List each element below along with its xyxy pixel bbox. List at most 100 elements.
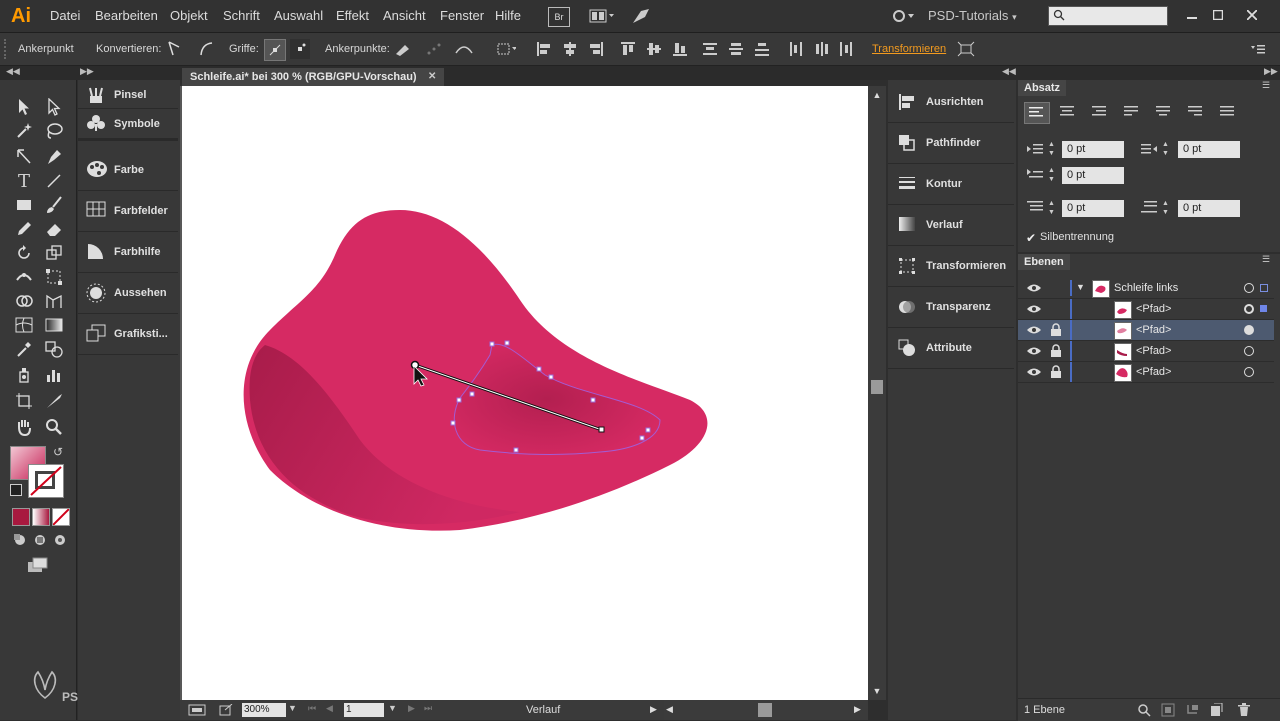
distribute-right-icon[interactable]: [836, 39, 856, 59]
scroll-left-icon[interactable]: ◀: [666, 704, 673, 715]
screen-mode-icon[interactable]: [26, 556, 50, 574]
color-mode-button[interactable]: [12, 508, 30, 526]
direct-selection-tool-icon[interactable]: [42, 96, 66, 118]
cut-path-icon[interactable]: [424, 39, 444, 59]
tab-close-icon[interactable]: ✕: [428, 68, 436, 86]
search-input[interactable]: [1048, 6, 1168, 26]
type-tool-icon[interactable]: T: [12, 170, 36, 192]
justify-center-button[interactable]: [1152, 102, 1176, 122]
swap-colors-icon[interactable]: ↺: [50, 444, 66, 460]
status-menu-icon[interactable]: ▶: [650, 704, 657, 715]
target-circle-icon[interactable]: [1244, 346, 1254, 356]
distribute-left-icon[interactable]: [786, 39, 806, 59]
arrange-documents-icon[interactable]: [588, 6, 616, 26]
new-sublayer-icon[interactable]: [1184, 703, 1200, 717]
pen-tool-icon[interactable]: [42, 146, 66, 168]
shape-builder-tool-icon[interactable]: [12, 290, 36, 312]
path-row-3[interactable]: <Pfad>: [1018, 341, 1274, 362]
remove-anchor-icon[interactable]: [392, 39, 412, 59]
space-after-stepper[interactable]: ▲ ▼: [1162, 199, 1172, 217]
collapse-tools-icon[interactable]: ◀◀: [6, 66, 20, 77]
scroll-up-icon[interactable]: ▲: [871, 90, 883, 100]
eyedropper-tool-icon[interactable]: [12, 338, 36, 360]
slice-tool-icon[interactable]: [42, 390, 66, 412]
hide-handles-icon[interactable]: [290, 39, 310, 59]
expand-right-dock-icon[interactable]: ◀◀: [1002, 66, 1016, 77]
minimize-icon[interactable]: [1182, 6, 1202, 24]
last-artboard-icon[interactable]: ⏭: [424, 703, 432, 714]
vertical-scroll-thumb[interactable]: [871, 380, 883, 394]
panel-aussehen[interactable]: Aussehen: [78, 273, 178, 314]
convert-smooth-icon[interactable]: [196, 39, 216, 59]
bridge-button[interactable]: Br: [548, 7, 570, 27]
layer-row[interactable]: ▼ Schleife links: [1018, 278, 1274, 299]
panel-menu-icon[interactable]: [1248, 39, 1268, 59]
collapse-left-dock-icon[interactable]: ▶▶: [80, 66, 94, 77]
hyphenation-checkbox[interactable]: ✔: [1026, 232, 1038, 244]
horizontal-scrollbar[interactable]: ◀ ▶: [664, 700, 868, 720]
direct-select-small-icon[interactable]: [12, 146, 36, 168]
artboard-dropdown-icon[interactable]: ▼: [388, 703, 397, 713]
menu-ansicht[interactable]: Ansicht: [383, 0, 426, 32]
justify-left-button[interactable]: [1120, 102, 1144, 122]
convert-corner-icon[interactable]: [164, 39, 184, 59]
next-artboard-icon[interactable]: ▶: [408, 703, 415, 714]
menu-datei[interactable]: Datei: [50, 0, 80, 32]
scroll-right-icon[interactable]: ▶: [854, 704, 861, 715]
isolate-object-icon[interactable]: [956, 39, 976, 59]
align-text-center-button[interactable]: [1056, 102, 1080, 122]
locate-object-icon[interactable]: [1136, 703, 1152, 717]
layers-panel-menu-icon[interactable]: ☰: [1262, 254, 1270, 265]
zoom-field[interactable]: 300%: [242, 703, 286, 717]
first-line-indent-field[interactable]: 0 pt: [1062, 167, 1124, 184]
target-circle-icon[interactable]: [1244, 367, 1254, 377]
visibility-eye-icon[interactable]: [1026, 345, 1042, 357]
path-row-2[interactable]: <Pfad>: [1018, 320, 1274, 341]
workspace-switcher[interactable]: PSD-Tutorials ▾: [928, 0, 1017, 32]
eraser-tool-icon[interactable]: [42, 218, 66, 240]
hand-tool-icon[interactable]: [12, 416, 36, 438]
prev-artboard-icon[interactable]: ◀: [326, 703, 333, 714]
close-icon[interactable]: [1242, 6, 1262, 24]
join-anchors-icon[interactable]: [454, 39, 474, 59]
target-circle-icon[interactable]: [1244, 283, 1254, 293]
free-transform-tool-icon[interactable]: [42, 266, 66, 288]
panel-kontur[interactable]: Kontur: [888, 164, 1014, 205]
gpu-performance-icon[interactable]: [630, 6, 652, 26]
lock-icon[interactable]: [1050, 323, 1062, 337]
artboard-canvas[interactable]: [182, 86, 868, 700]
artboard-tool-icon[interactable]: [12, 390, 36, 412]
gradient-mode-button[interactable]: [32, 508, 50, 526]
menu-bearbeiten[interactable]: Bearbeiten: [95, 0, 158, 32]
stroke-swatch[interactable]: [28, 464, 64, 498]
magic-wand-tool-icon[interactable]: [12, 120, 36, 142]
perspective-grid-tool-icon[interactable]: [42, 290, 66, 312]
left-indent-stepper[interactable]: ▲ ▼: [1048, 140, 1058, 158]
menu-hilfe[interactable]: Hilfe: [495, 0, 521, 32]
align-vcenter-icon[interactable]: [644, 39, 664, 59]
rectangle-tool-icon[interactable]: [12, 194, 36, 216]
symbol-sprayer-tool-icon[interactable]: [12, 364, 36, 386]
show-handles-icon[interactable]: [264, 39, 286, 61]
distribute-vcenter-icon[interactable]: [726, 39, 746, 59]
left-indent-field[interactable]: 0 pt: [1062, 141, 1124, 158]
collapse-right-panels-icon[interactable]: ▶▶: [1264, 66, 1278, 77]
zoom-dropdown-icon[interactable]: ▼: [288, 703, 297, 713]
mesh-tool-icon[interactable]: [12, 314, 36, 336]
target-circle-icon[interactable]: [1244, 325, 1254, 335]
paintbrush-tool-icon[interactable]: [42, 194, 66, 216]
pencil-tool-icon[interactable]: [12, 218, 36, 240]
first-artboard-icon[interactable]: ⏮: [308, 703, 316, 714]
menu-schrift[interactable]: Schrift: [223, 0, 260, 32]
draw-behind-icon[interactable]: [32, 532, 48, 548]
lasso-tool-icon[interactable]: [42, 120, 66, 142]
loop-artwork[interactable]: [182, 86, 868, 700]
justify-all-button[interactable]: [1216, 102, 1240, 122]
panel-symbole[interactable]: Symbole: [78, 110, 178, 141]
column-graph-tool-icon[interactable]: [42, 364, 66, 386]
selection-tool-icon[interactable]: [12, 96, 36, 118]
align-right-icon[interactable]: [586, 39, 606, 59]
menu-auswahl[interactable]: Auswahl: [274, 0, 323, 32]
panel-ausrichten[interactable]: Ausrichten: [888, 82, 1014, 123]
gradient-tool-icon[interactable]: [42, 314, 66, 336]
